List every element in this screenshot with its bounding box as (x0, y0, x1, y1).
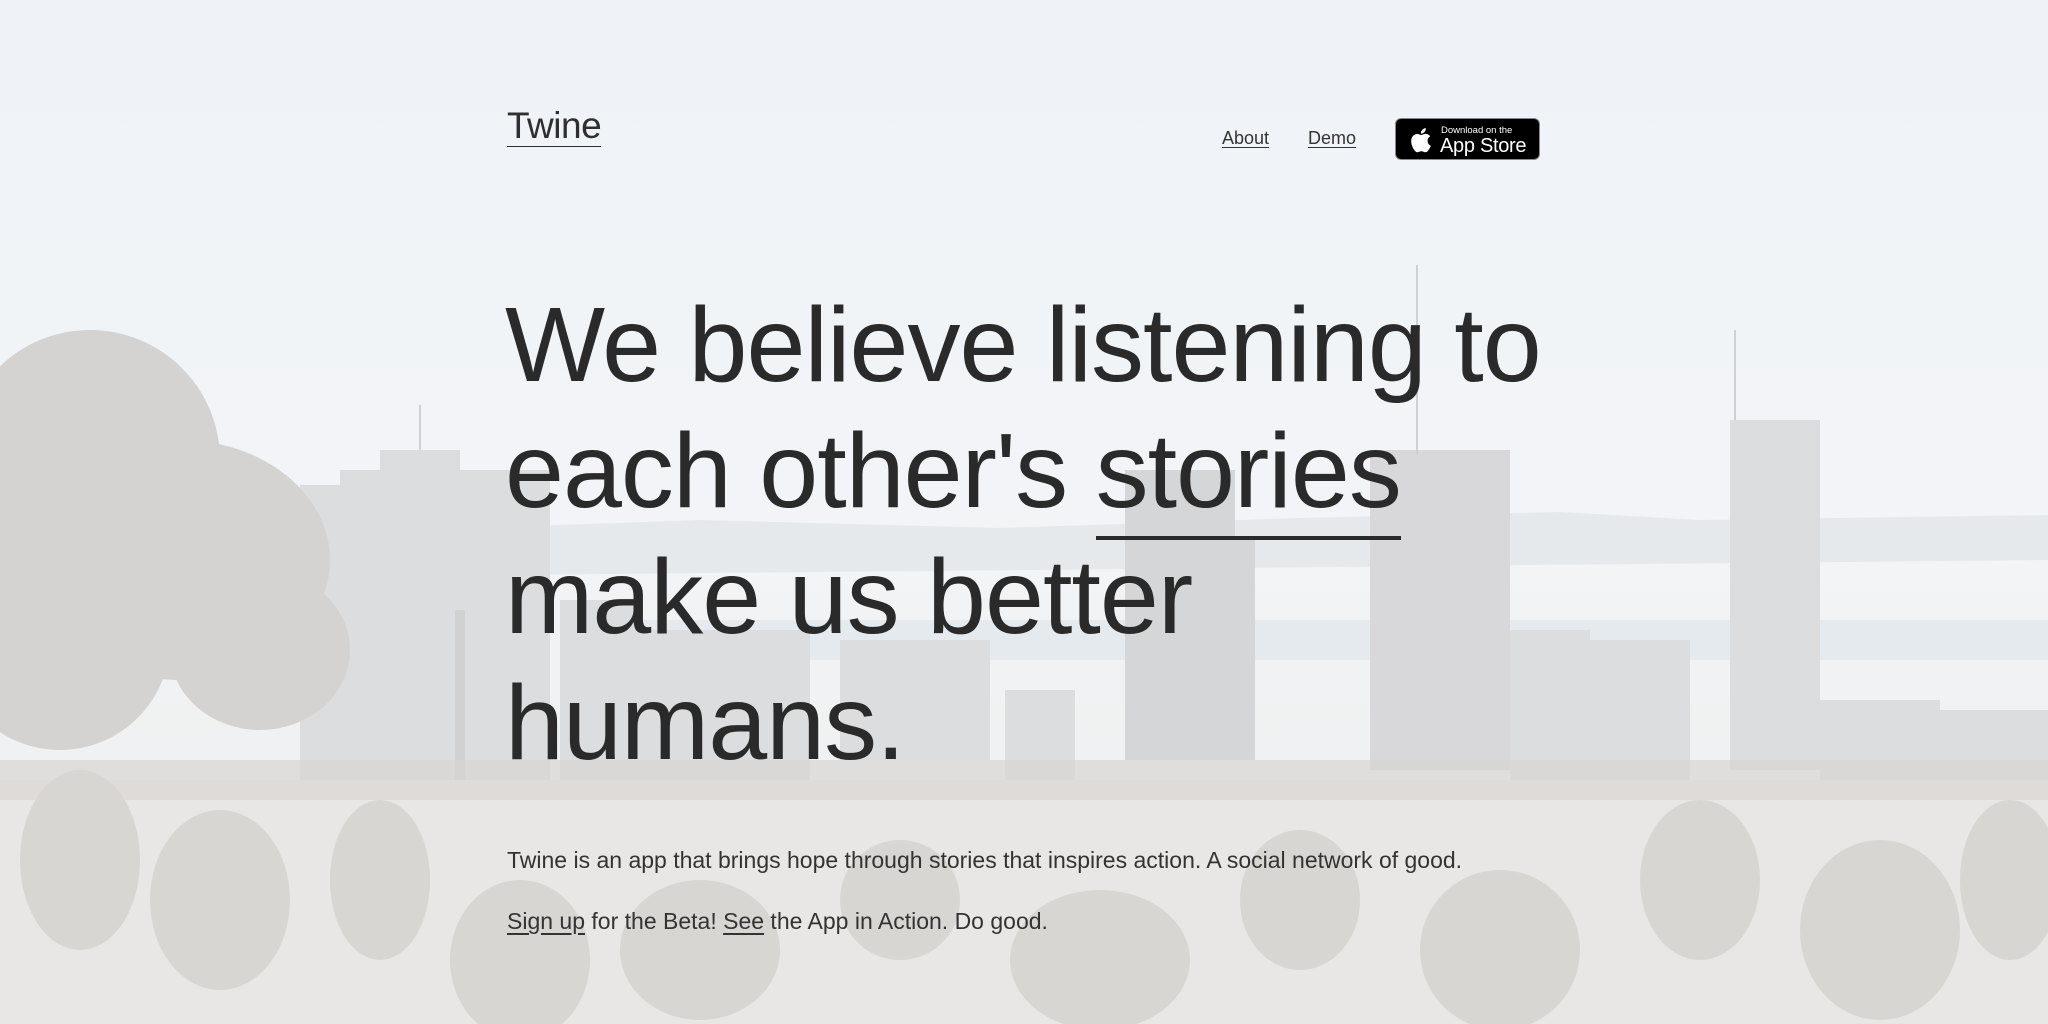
app-store-badge-button[interactable]: Download on the App Store (1395, 118, 1540, 160)
hero-headline: We believe listening to each other's sto… (505, 282, 1545, 786)
nav-about-link[interactable]: About (1222, 126, 1269, 150)
landing-page: Twine About Demo Download on the App Sto… (0, 0, 2048, 1024)
apple-icon (1411, 128, 1431, 153)
see-app-link[interactable]: See (723, 908, 764, 934)
headline-text-after: make us better humans. (505, 538, 1193, 782)
sign-up-link[interactable]: Sign up (507, 908, 585, 934)
page-content: Twine About Demo Download on the App Sto… (0, 0, 2048, 1024)
nav-demo-link[interactable]: Demo (1308, 126, 1356, 150)
hero-tagline: Twine is an app that brings hope through… (507, 847, 1463, 873)
brand-logo-link[interactable]: Twine (507, 106, 602, 147)
stories-link[interactable]: stories (1095, 412, 1402, 540)
app-store-badge-big-text: App Store (1440, 135, 1527, 157)
cta-text-2: the App in Action. Do good. (764, 908, 1048, 934)
cta-text-1: for the Beta! (585, 908, 724, 934)
hero-call-to-action: Sign up for the Beta! See the App in Act… (507, 906, 1048, 936)
